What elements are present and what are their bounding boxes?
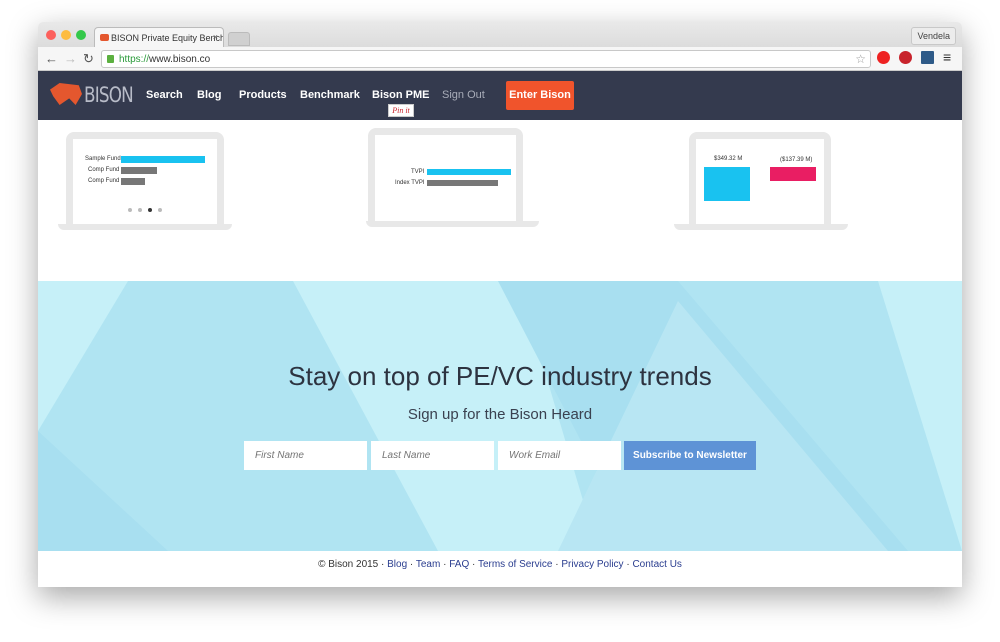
negative-value-bar	[770, 167, 816, 181]
lock-icon	[107, 55, 114, 63]
chart-label: $349.32 M	[714, 156, 743, 162]
nav-blog[interactable]: Blog	[197, 89, 221, 101]
pin-it-button[interactable]: Pin it	[388, 104, 414, 117]
reload-icon[interactable]: ↻	[83, 51, 94, 67]
nav-search[interactable]: Search	[146, 89, 183, 101]
profile-button[interactable]: Vendela	[911, 27, 956, 45]
footer-link-terms[interactable]: Terms of Service	[478, 559, 552, 570]
new-tab-button[interactable]	[228, 32, 250, 46]
carousel-dot-active[interactable]	[148, 208, 152, 212]
menu-icon[interactable]: ≡	[943, 49, 951, 65]
browser-tab[interactable]: BISON Private Equity Bench ×	[94, 27, 224, 47]
footer-link-contact[interactable]: Contact Us	[632, 559, 681, 570]
copyright: © Bison 2015	[318, 559, 379, 570]
subscribe-button[interactable]: Subscribe to Newsletter	[624, 441, 756, 470]
tab-title: BISON Private Equity Bench	[111, 33, 224, 43]
first-name-input[interactable]	[244, 441, 367, 470]
footer-link-team[interactable]: Team	[416, 559, 440, 570]
tab-bar: BISON Private Equity Bench × Vendela	[38, 22, 962, 47]
chart-label: Sample Fund	[85, 156, 121, 162]
last-name-input[interactable]	[371, 441, 494, 470]
positive-value-bar	[704, 167, 750, 201]
carousel-dot[interactable]	[158, 208, 162, 212]
bookmark-star-icon[interactable]: ☆	[855, 52, 866, 66]
chart-label: Comp Fund	[88, 178, 120, 184]
opera-extension-icon[interactable]	[877, 51, 890, 64]
newsletter-subtitle: Sign up for the Bison Heard	[407, 406, 593, 423]
sample-fund-bar	[121, 156, 205, 163]
nav-bison-pme[interactable]: Bison PME	[372, 89, 429, 101]
forward-arrow-icon[interactable]: →	[64, 51, 77, 66]
close-tab-icon[interactable]: ×	[213, 32, 218, 42]
browser-window: BISON Private Equity Bench × Vendela ← →…	[38, 22, 962, 587]
minimize-window-button[interactable]	[61, 30, 71, 40]
close-window-button[interactable]	[46, 30, 56, 40]
nav-benchmark[interactable]: Benchmark	[300, 89, 360, 101]
chart-label: ($137.39 M)	[780, 157, 813, 163]
newsletter-section: Stay on top of PE/VC industry trends Sig…	[38, 281, 962, 551]
footer-link-privacy[interactable]: Privacy Policy	[561, 559, 623, 570]
newsletter-title: Stay on top of PE/VC industry trends	[288, 361, 712, 391]
footer: © Bison 2015 · Blog · Team · FAQ · Terms…	[38, 551, 962, 587]
pt-extension-icon[interactable]	[921, 51, 934, 64]
carousel-dot[interactable]	[138, 208, 142, 212]
nav-sign-out[interactable]: Sign Out	[442, 89, 485, 101]
pinterest-extension-icon[interactable]	[899, 51, 912, 64]
nav-products[interactable]: Products	[239, 89, 287, 101]
logo-text[interactable]: BISON	[84, 83, 134, 107]
site-navbar: BISON Search Blog Products Benchmark Bis…	[38, 71, 962, 120]
comp-fund-bar	[121, 178, 145, 185]
bison-favicon-icon	[100, 34, 109, 41]
url-host: www.bison.co	[149, 54, 211, 65]
back-arrow-icon[interactable]: ←	[45, 51, 58, 66]
url-scheme: https://	[119, 54, 150, 65]
footer-link-blog[interactable]: Blog	[387, 559, 407, 570]
chart-label: TVPI	[411, 169, 425, 175]
chart-label: Comp Fund	[88, 167, 120, 173]
bison-logo-icon[interactable]	[50, 83, 82, 105]
maximize-window-button[interactable]	[76, 30, 86, 40]
index-tvpi-bar	[427, 180, 498, 186]
comp-fund-bar	[121, 167, 157, 174]
enter-bison-button[interactable]: Enter Bison	[506, 81, 574, 110]
url-input[interactable]: https://www.bison.co ☆	[101, 50, 871, 68]
footer-link-faq[interactable]: FAQ	[449, 559, 469, 570]
tvpi-bar	[427, 169, 511, 175]
address-bar-row: ← → ↻ https://www.bison.co ☆ ≡	[38, 47, 962, 71]
carousel-dot[interactable]	[128, 208, 132, 212]
work-email-input[interactable]	[498, 441, 621, 470]
chart-label: Index TVPI	[395, 180, 425, 186]
